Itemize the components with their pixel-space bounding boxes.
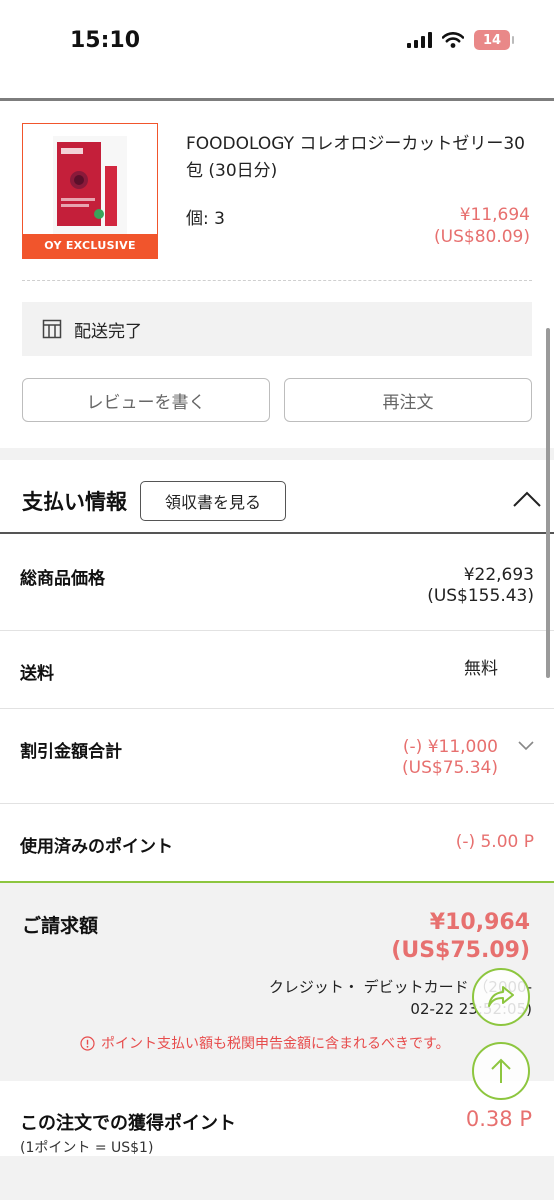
earned-points-row: この注文での獲得ポイント (1ポイント = US$1) 0.38 P	[0, 1081, 554, 1156]
payment-info-header[interactable]: 支払い情報 領収書を見る	[0, 460, 554, 534]
billing-amount-section: ご請求額 ¥10,964 (US$75.09) クレジット・ デビットカード （…	[0, 881, 554, 1081]
delivery-box-icon	[42, 319, 62, 339]
exclusive-badge: OY EXCLUSIVE	[23, 234, 157, 258]
wifi-icon	[442, 32, 464, 48]
battery-icon: 14	[474, 30, 514, 50]
customs-notice: ポイント支払い額も税関申告金額に含まれるべきです。	[80, 1033, 450, 1053]
used-points-row: 使用済みのポイント (-) 5.00 P	[0, 804, 554, 882]
status-time: 15:10	[70, 28, 141, 53]
discount-usd: (US$75.34)	[402, 758, 498, 778]
status-bar: 15:10 14	[0, 0, 554, 86]
billing-amount-usd: (US$75.09)	[391, 938, 530, 963]
total-price-usd: (US$155.43)	[427, 586, 534, 606]
shipping-row: 送料 無料	[0, 631, 554, 709]
share-icon	[488, 986, 514, 1007]
total-product-price-label: 総商品価格	[20, 569, 105, 589]
product-name[interactable]: FOODOLOGY コレオロジーカットゼリー30包 (30日分)	[186, 131, 532, 185]
used-points-value: (-) 5.00 P	[455, 832, 534, 852]
discount-total-row[interactable]: 割引金額合計 (-) ¥11,000 (US$75.34)	[0, 709, 554, 804]
discount-total-value: (-) ¥11,000 (US$75.34)	[402, 737, 498, 779]
write-review-button[interactable]: レビューを書く	[22, 378, 270, 422]
scroll-to-top-button[interactable]	[472, 1042, 530, 1100]
top-divider	[0, 98, 554, 101]
customs-notice-text: ポイント支払い額も税関申告金額に含まれるべきです。	[101, 1036, 450, 1052]
earned-points-label: この注文での獲得ポイント	[20, 1113, 236, 1134]
payment-info-title: 支払い情報	[22, 490, 127, 514]
total-product-price-row: 総商品価格 ¥22,693 (US$155.43)	[0, 534, 554, 631]
share-button[interactable]	[472, 968, 530, 1026]
product-price-jpy: ¥11,694	[459, 205, 530, 225]
reorder-button[interactable]: 再注文	[284, 378, 532, 422]
product-price-usd: (US$80.09)	[434, 227, 530, 247]
view-receipt-button[interactable]: 領収書を見る	[140, 481, 286, 521]
billing-amount-jpy: ¥10,964	[429, 910, 530, 935]
used-points-label: 使用済みのポイント	[20, 837, 173, 857]
product-price: ¥11,694 (US$80.09)	[434, 204, 530, 248]
earned-points-value: 0.38 P	[465, 1107, 532, 1131]
arrow-up-icon	[491, 1058, 511, 1083]
total-price-jpy: ¥22,693	[463, 565, 534, 585]
section-gap	[0, 448, 554, 460]
signal-icon	[407, 32, 432, 48]
earned-points-rate: (1ポイント = US$1)	[20, 1140, 154, 1156]
discount-total-label: 割引金額合計	[20, 742, 122, 762]
product-thumbnail[interactable]: OY EXCLUSIVE	[22, 123, 158, 259]
billing-amount-value: ¥10,964 (US$75.09)	[391, 909, 530, 965]
total-product-price-value: ¥22,693 (US$155.43)	[427, 565, 534, 607]
shipping-label: 送料	[20, 664, 54, 684]
product-quantity: 個: 3	[186, 209, 225, 229]
discount-jpy: (-) ¥11,000	[402, 737, 498, 757]
chevron-down-icon[interactable]	[518, 741, 534, 751]
dashed-divider	[22, 280, 532, 281]
billing-amount-label: ご請求額	[22, 915, 99, 937]
delivery-status-label: 配送完了	[74, 321, 142, 342]
scrollbar[interactable]	[546, 328, 550, 678]
status-icons: 14	[407, 30, 514, 50]
chevron-up-icon[interactable]	[512, 490, 542, 508]
product-package-image	[53, 136, 127, 234]
delivery-status-box: 配送完了	[22, 302, 532, 356]
info-circle-icon	[80, 1035, 95, 1051]
bottom-band	[0, 1156, 554, 1200]
shipping-value: 無料	[464, 659, 498, 679]
